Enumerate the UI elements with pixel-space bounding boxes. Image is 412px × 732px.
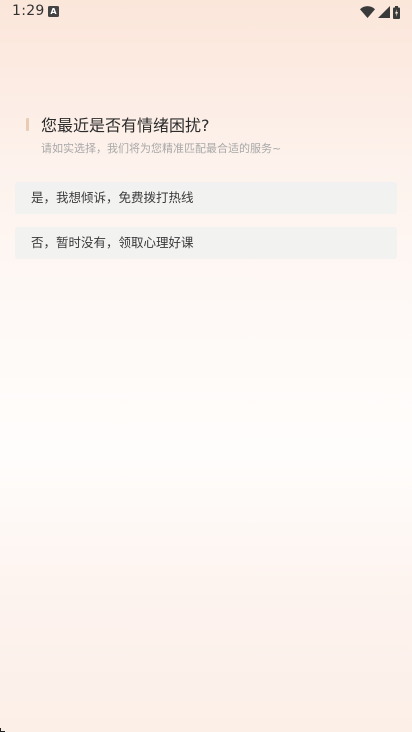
- accent-bar: [26, 118, 29, 131]
- question-subtitle: 请如实选择，我们将为您精准匹配最合适的服务~: [41, 142, 282, 155]
- status-bar: 1:29 A: [0, 0, 412, 24]
- status-time: 1:29: [12, 3, 45, 19]
- cellular-icon: [378, 6, 390, 18]
- notification-app-icon: A: [48, 6, 59, 17]
- wifi-icon: [360, 6, 375, 18]
- battery-icon: [393, 5, 400, 19]
- option-no-course[interactable]: 否，暂时没有，领取心理好课: [15, 227, 397, 259]
- option-label: 是，我想倾诉，免费拨打热线: [31, 190, 194, 205]
- option-label: 否，暂时没有，领取心理好课: [31, 235, 194, 250]
- question-title: 您最近是否有情绪困扰?: [41, 116, 210, 135]
- option-yes-hotline[interactable]: 是，我想倾诉，免费拨打热线: [15, 182, 397, 214]
- status-icons: [360, 4, 400, 20]
- corner-mark: [0, 728, 5, 732]
